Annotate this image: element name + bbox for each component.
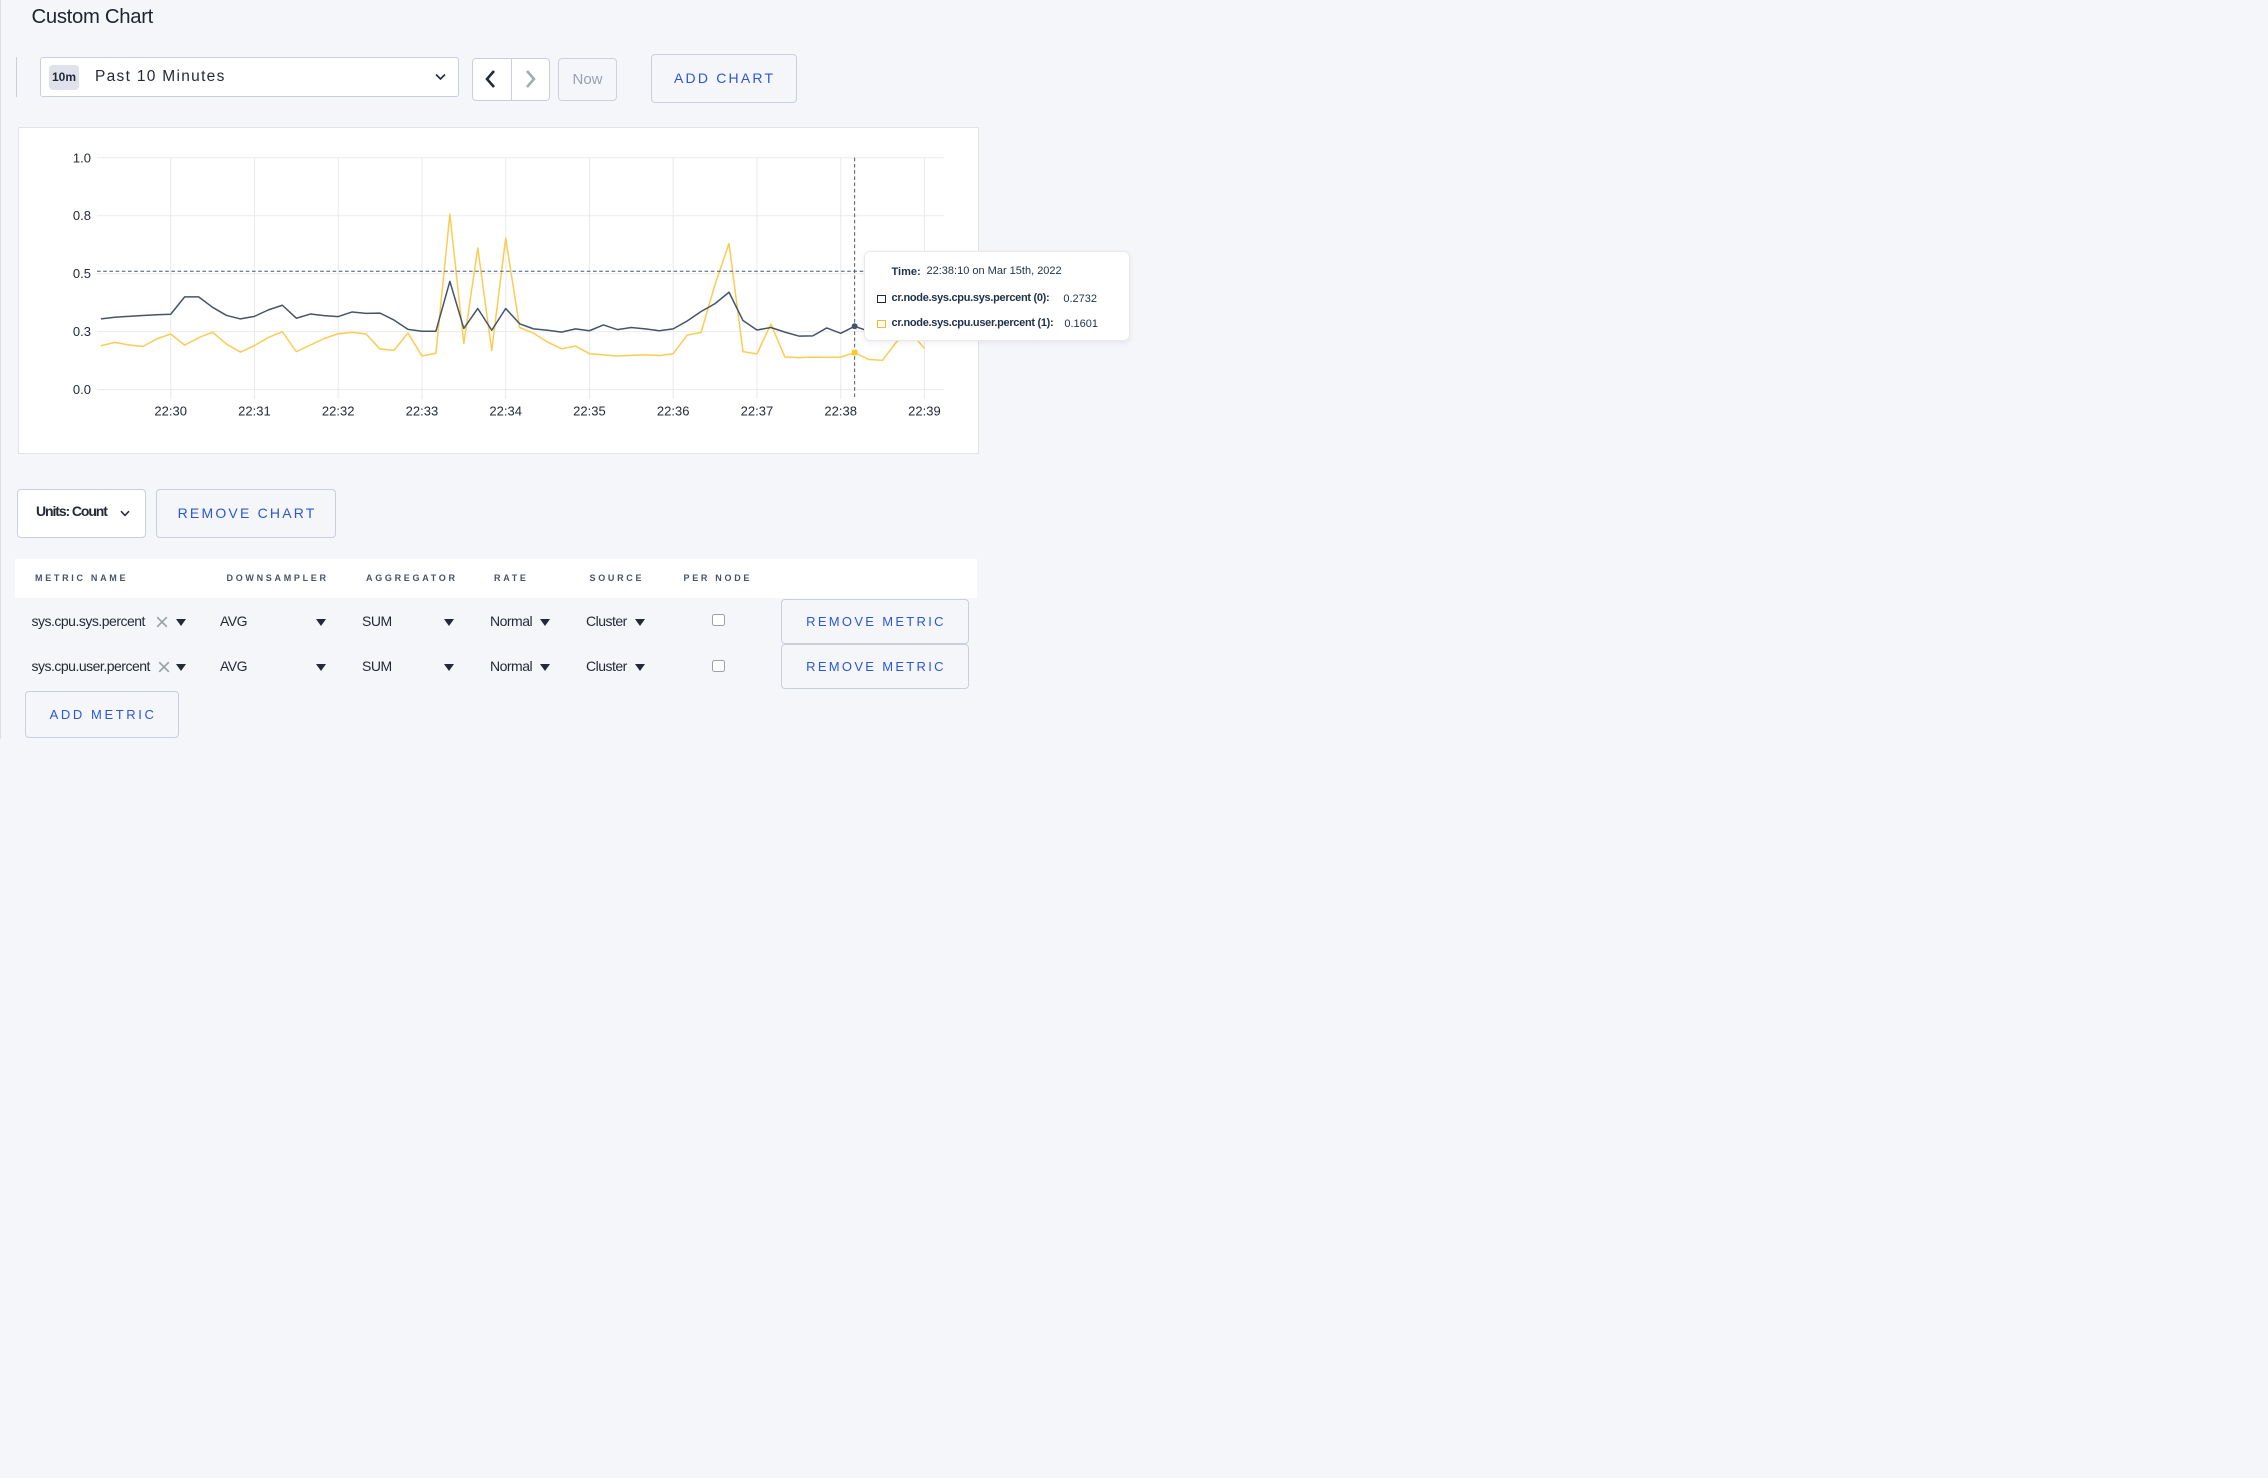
svg-text:0.5: 0.5: [73, 266, 91, 281]
svg-text:22:36: 22:36: [657, 404, 690, 419]
svg-text:22:37: 22:37: [741, 404, 774, 419]
svg-text:22:31: 22:31: [238, 404, 271, 419]
svg-text:22:39: 22:39: [908, 404, 941, 419]
svg-text:22:32: 22:32: [322, 404, 355, 419]
svg-text:22:38: 22:38: [824, 404, 857, 419]
svg-text:22:34: 22:34: [489, 404, 522, 419]
svg-text:22:30: 22:30: [154, 404, 187, 419]
svg-text:0.0: 0.0: [73, 382, 91, 397]
svg-text:22:33: 22:33: [406, 404, 439, 419]
svg-text:1.0: 1.0: [73, 150, 91, 165]
svg-text:22:35: 22:35: [573, 404, 606, 419]
svg-text:0.3: 0.3: [73, 324, 91, 339]
svg-text:0.8: 0.8: [73, 208, 91, 223]
